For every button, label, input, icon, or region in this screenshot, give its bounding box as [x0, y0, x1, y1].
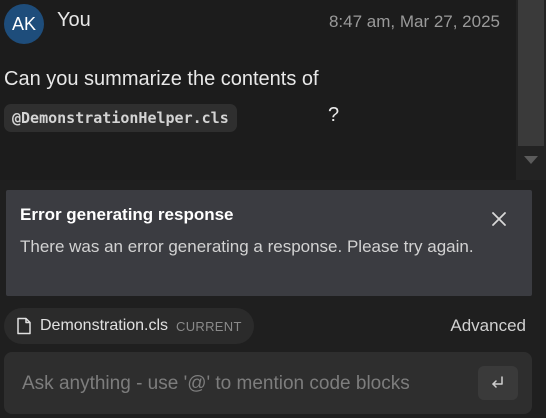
code-mention-chip[interactable]: @DemonstrationHelper.cls	[4, 104, 237, 132]
scrollbar-thumb[interactable]	[518, 0, 544, 146]
avatar: AK	[4, 4, 44, 44]
error-title: Error generating response	[20, 205, 234, 224]
file-icon	[17, 317, 31, 335]
chat-input-box	[4, 352, 532, 414]
advanced-button[interactable]: Advanced	[450, 316, 526, 336]
author-name: You	[57, 9, 91, 31]
scroll-down-arrow-icon[interactable]	[524, 156, 538, 164]
chat-panel: AK You 8:47 am, Mar 27, 2025 Can you sum…	[0, 0, 546, 418]
file-name: Demonstration.cls	[40, 317, 169, 334]
send-button[interactable]	[478, 366, 518, 400]
current-badge: CURRENT	[176, 318, 242, 334]
error-message: There was an error generating a response…	[20, 237, 474, 256]
chat-message: AK You 8:47 am, Mar 27, 2025 Can you sum…	[0, 0, 516, 180]
chat-input[interactable]	[20, 368, 454, 400]
current-file-chip[interactable]: Demonstration.cls CURRENT	[4, 308, 254, 344]
scrollbar[interactable]	[516, 0, 546, 180]
message-timestamp: 8:47 am, Mar 27, 2025	[328, 12, 500, 31]
error-banner: Error generating response There was an e…	[6, 190, 532, 296]
message-suffix: ?	[328, 104, 340, 126]
enter-icon	[492, 376, 503, 388]
close-icon[interactable]	[488, 208, 510, 230]
message-text: Can you summarize the contents of	[4, 68, 319, 90]
